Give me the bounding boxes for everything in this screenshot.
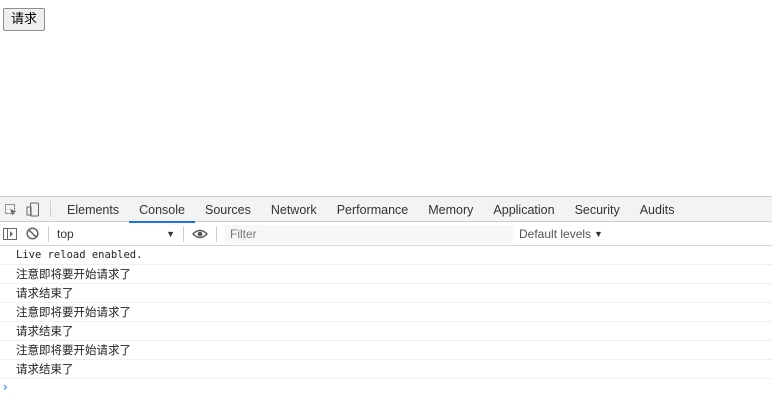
page-content: 请求: [0, 0, 772, 196]
tab-application[interactable]: Application: [483, 197, 564, 222]
console-messages: Live reload enabled. 注意即将要开始请求了 请求结束了 注意…: [0, 246, 772, 395]
console-message: 注意即将要开始请求了: [0, 303, 772, 322]
log-levels-label: Default levels: [519, 226, 592, 241]
device-toolbar-icon[interactable]: [22, 197, 44, 222]
tab-network[interactable]: Network: [261, 197, 327, 222]
tab-console[interactable]: Console: [129, 197, 195, 223]
context-selector[interactable]: top ▼: [53, 224, 179, 244]
dropdown-caret-icon: ▼: [594, 228, 603, 239]
toolbar-separator: [183, 225, 184, 242]
console-message: 注意即将要开始请求了: [0, 265, 772, 284]
console-message: 请求结束了: [0, 360, 772, 379]
filter-input[interactable]: [225, 224, 513, 243]
console-message: 请求结束了: [0, 322, 772, 341]
request-button[interactable]: 请求: [3, 8, 46, 31]
toolbar-separator: [216, 225, 217, 242]
context-value: top: [57, 226, 74, 241]
console-prompt[interactable]: ›: [0, 379, 772, 395]
clear-console-icon[interactable]: [20, 222, 44, 246]
prompt-chevron-icon: ›: [3, 380, 8, 394]
dropdown-caret-icon: ▼: [166, 228, 175, 239]
tab-security[interactable]: Security: [565, 197, 630, 222]
console-toolbar: top ▼ Default levels ▼: [0, 222, 772, 246]
tab-performance[interactable]: Performance: [327, 197, 419, 222]
console-message: 请求结束了: [0, 284, 772, 303]
console-message: Live reload enabled.: [0, 246, 772, 265]
tab-elements[interactable]: Elements: [57, 197, 129, 222]
toolbar-separator: [48, 225, 49, 242]
devtools-panel: Elements Console Sources Network Perform…: [0, 196, 772, 419]
tab-audits[interactable]: Audits: [630, 197, 685, 222]
tabbar-separator: [50, 201, 51, 217]
tab-memory[interactable]: Memory: [418, 197, 483, 222]
show-sidebar-icon[interactable]: [0, 222, 20, 246]
tab-sources[interactable]: Sources: [195, 197, 261, 222]
eye-icon[interactable]: [188, 222, 212, 246]
inspect-element-icon[interactable]: [0, 197, 22, 222]
devtools-tabbar: Elements Console Sources Network Perform…: [0, 197, 772, 223]
console-message: 注意即将要开始请求了: [0, 341, 772, 360]
log-levels-dropdown[interactable]: Default levels ▼: [519, 227, 603, 241]
